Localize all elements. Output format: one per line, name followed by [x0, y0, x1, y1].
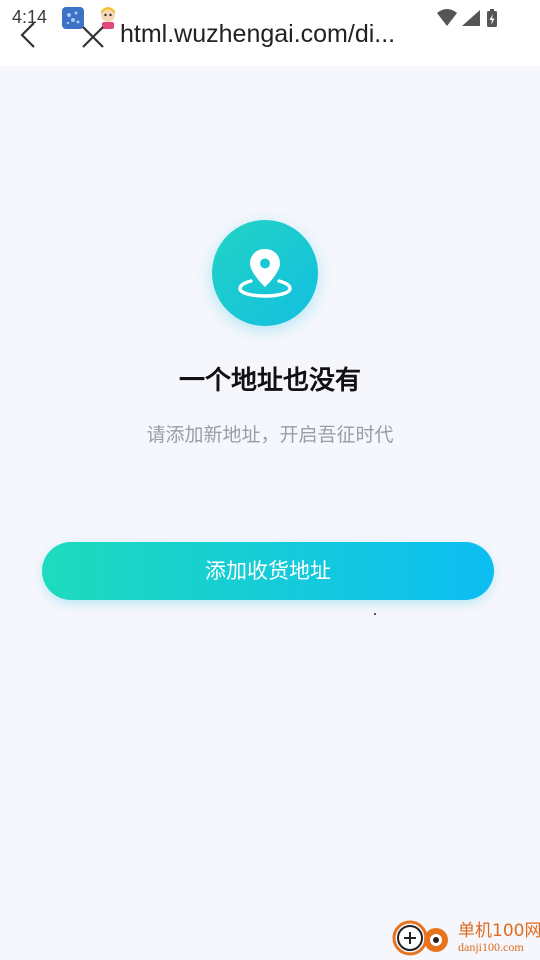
- browser-top-bar: 4:14 html.wuzhengai.com/di...: [0, 0, 540, 66]
- watermark: 单机100网 danji100.com: [392, 914, 540, 960]
- signal-icon: [462, 10, 480, 26]
- empty-state-title: 一个地址也没有: [178, 366, 361, 396]
- close-icon[interactable]: [80, 24, 106, 50]
- stray-dot: [374, 613, 376, 615]
- url-bar[interactable]: html.wuzhengai.com/di...: [120, 20, 420, 49]
- add-address-button[interactable]: 添加收货地址: [42, 542, 494, 600]
- watermark-logo-icon: [392, 918, 454, 960]
- status-icons: [436, 8, 500, 28]
- wifi-icon: [437, 9, 457, 26]
- location-pin-icon: [212, 220, 318, 326]
- watermark-url: danji100.com: [458, 940, 524, 954]
- back-arrow-icon[interactable]: [14, 20, 44, 50]
- watermark-name: 单机100网: [458, 921, 540, 941]
- empty-state-subtitle: 请添加新地址，开启吾征时代: [146, 424, 394, 446]
- battery-icon: [487, 9, 497, 27]
